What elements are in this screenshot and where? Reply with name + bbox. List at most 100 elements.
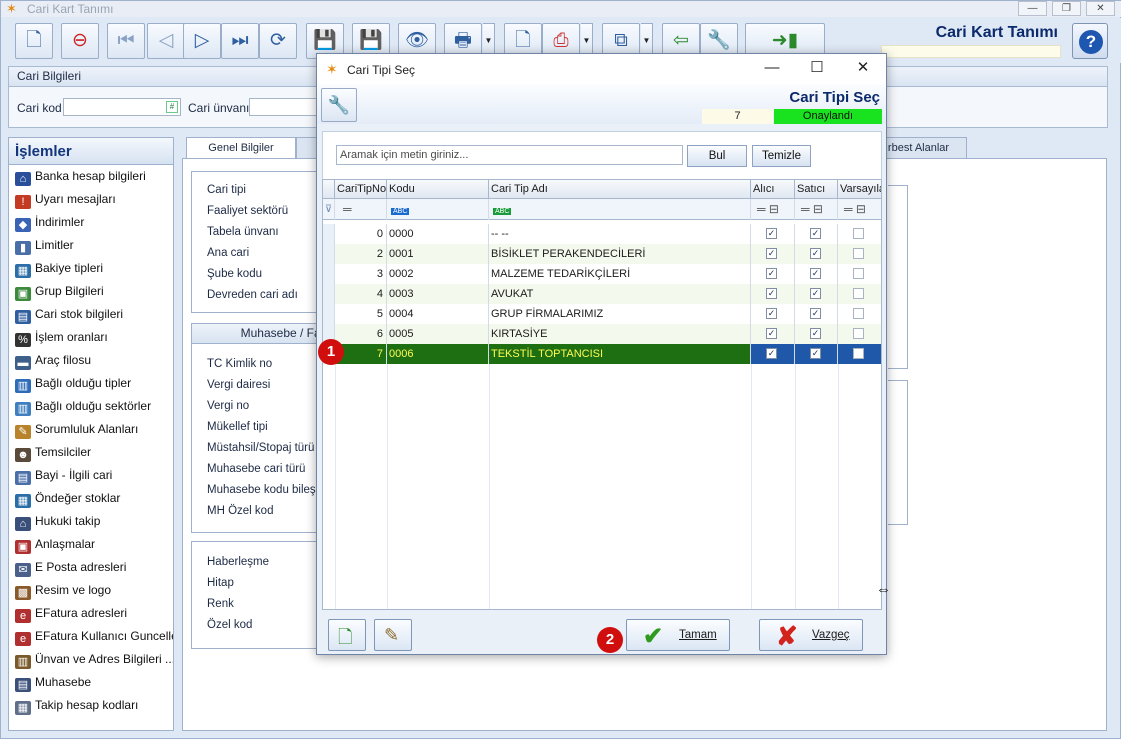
sidebar-item[interactable]: ✉ E Posta adresleri [9,556,173,579]
sidebar-item[interactable]: ▦ Takip hesap kodları [9,694,173,717]
satici-checkbox[interactable]: ✓ [810,308,821,319]
eye-icon: 👁 [404,30,430,51]
filter-cari-tip-adi[interactable]: ABC [489,199,751,220]
sidebar-item-label: Araç filosu [35,353,92,367]
varsayilan-checkbox[interactable] [853,308,864,319]
sidebar-item[interactable]: ▬ Araç filosu [9,349,173,372]
satici-checkbox[interactable]: ✓ [810,348,821,359]
close-button[interactable]: ✕ [1086,1,1115,16]
column-header-cari-tip-adi[interactable]: Cari Tip Adı [489,180,751,199]
sidebar-item[interactable]: ▤ Bayi - İlgili cari [9,464,173,487]
varsayilan-checkbox[interactable] [853,248,864,259]
column-header-varsayilan[interactable]: Varsayıla [838,180,881,199]
cancel-button[interactable]: ✘ Vazgeç [759,619,863,651]
filter-satici[interactable]: ═ ⊟ [795,199,838,220]
filter-alici[interactable]: ═ ⊟ [751,199,795,220]
clear-button[interactable]: Temizle [752,145,811,167]
sidebar-item[interactable]: ✎ Sorumluluk Alanları [9,418,173,441]
refresh-button[interactable]: ⟳ [259,23,297,59]
satici-checkbox[interactable]: ✓ [810,328,821,339]
table-row[interactable]: 3 0002 MALZEME TEDARİKÇİLERİ ✓ ✓ [323,264,881,284]
sidebar-item[interactable]: ▣ Grup Bilgileri [9,280,173,303]
table-row[interactable]: 6 0005 KIRTASİYE ✓ ✓ [323,324,881,344]
field-label: Hitap [207,577,234,589]
add-cari-tip-button[interactable]: 🗋 [328,619,366,651]
sidebar-item[interactable]: % İşlem oranları [9,326,173,349]
sidebar-item[interactable]: ▤ Cari stok bilgileri [9,303,173,326]
sidebar-item[interactable]: ▤ Muhasebe [9,671,173,694]
cell-alici: ✓ [751,304,795,324]
table-row[interactable]: 7 0006 TEKSTİL TOPTANCISI ✓ ✓ [323,344,881,364]
table-row[interactable]: 4 0003 AVUKAT ✓ ✓ [323,284,881,304]
filter-kodu[interactable]: ABC [387,199,489,220]
hash-icon[interactable]: # [166,101,178,113]
tab-genel-bilgiler[interactable]: Genel Bilgiler [186,137,296,160]
delete-record-button[interactable]: ⊖ [61,23,99,59]
satici-checkbox[interactable]: ✓ [810,268,821,279]
dialog-minimize-button[interactable]: — [764,60,780,76]
column-header-caritipno[interactable]: CariTipNo [335,180,387,199]
alici-checkbox[interactable]: ✓ [766,308,777,319]
sidebar-item[interactable]: ⌂ Banka hesap bilgileri [9,165,173,188]
sidebar-item[interactable]: ▥ Bağlı olduğu sektörler [9,395,173,418]
sidebar-item[interactable]: ▥ Ünvan ve Adres Bilgileri ... [9,648,173,671]
cari-kod-input[interactable]: # [63,98,181,116]
sidebar-item[interactable]: ▩ Resim ve logo [9,579,173,602]
alici-checkbox[interactable]: ✓ [766,268,777,279]
sidebar-item[interactable]: e EFatura Kullanıcı Guncelle [9,625,173,648]
sidebar-item[interactable]: ☻ Temsilciler [9,441,173,464]
agreement-icon: ▣ [15,540,31,554]
table-row[interactable]: 5 0004 GRUP FİRMALARIMIZ ✓ ✓ [323,304,881,324]
alici-checkbox[interactable]: ✓ [766,288,777,299]
dialog-tools-button[interactable]: 🔧 [321,88,357,122]
alici-checkbox[interactable]: ✓ [766,348,777,359]
varsayilan-checkbox[interactable] [853,268,864,279]
restore-button[interactable]: ❐ [1052,1,1081,16]
satici-checkbox[interactable]: ✓ [810,288,821,299]
sidebar-item[interactable]: ⌂ Hukuki takip [9,510,173,533]
table-row[interactable]: 2 0001 BİSİKLET PERAKENDECİLERİ ✓ ✓ [323,244,881,264]
varsayilan-checkbox[interactable] [853,288,864,299]
next-record-button[interactable]: ▷ [183,23,221,59]
varsayilan-checkbox[interactable] [853,348,864,359]
dialog-maximize-button[interactable]: ☐ [809,60,825,76]
column-header-kodu[interactable]: Kodu [387,180,489,199]
sidebar-item[interactable]: ▦ Bakiye tipleri [9,257,173,280]
ok-button[interactable]: ✔ Tamam [626,619,730,651]
satici-checkbox[interactable]: ✓ [810,248,821,259]
varsayilan-checkbox[interactable] [853,228,864,239]
dialog-close-button[interactable]: ✕ [855,60,871,76]
edit-cari-tip-button[interactable]: ✎ [374,619,412,651]
resize-cursor-icon: ⇔ [876,581,891,598]
table-row[interactable]: 0 0000 -- -- ✓ ✓ [323,224,881,244]
filter-varsayilan[interactable]: ═ ⊟ [838,199,881,220]
column-header-alici[interactable]: Alıcı [751,180,795,199]
column-header-satici[interactable]: Satıcı [795,180,838,199]
filter-caritipno[interactable]: ═ [335,199,387,220]
varsayilan-checkbox[interactable] [853,328,864,339]
new-record-button[interactable]: 🗋 [15,23,53,59]
sidebar-item[interactable]: ▥ Bağlı olduğu tipler [9,372,173,395]
filter-icon[interactable]: ⊽ [323,199,335,220]
sidebar-item[interactable]: ◆ İndirimler [9,211,173,234]
sidebar-item[interactable]: ▣ Anlaşmalar [9,533,173,556]
butterfly-logo-icon: ✶ [326,61,338,77]
first-record-button[interactable]: ⏮ [107,23,145,59]
sidebar-item[interactable]: ▦ Öndeğer stoklar [9,487,173,510]
alici-checkbox[interactable]: ✓ [766,328,777,339]
sidebar-item[interactable]: ▮ Limitler [9,234,173,257]
einvoice-icon: e [15,609,31,623]
satici-checkbox[interactable]: ✓ [810,228,821,239]
search-input[interactable]: Aramak için metin giriniz... [336,145,683,165]
previous-record-button[interactable]: ◁ [147,23,185,59]
find-button[interactable]: Bul [687,145,747,167]
last-record-button[interactable]: ⏭ [221,23,259,59]
alici-checkbox[interactable]: ✓ [766,248,777,259]
sidebar-item[interactable]: e EFatura adresleri [9,602,173,625]
help-button[interactable]: ? [1072,23,1108,59]
cell-cari-tip-adi: KIRTASİYE [489,324,751,344]
sidebar-item[interactable]: ! Uyarı mesajları [9,188,173,211]
field-label: Devreden cari adı [207,289,298,301]
alici-checkbox[interactable]: ✓ [766,228,777,239]
minimize-button[interactable]: — [1018,1,1047,16]
